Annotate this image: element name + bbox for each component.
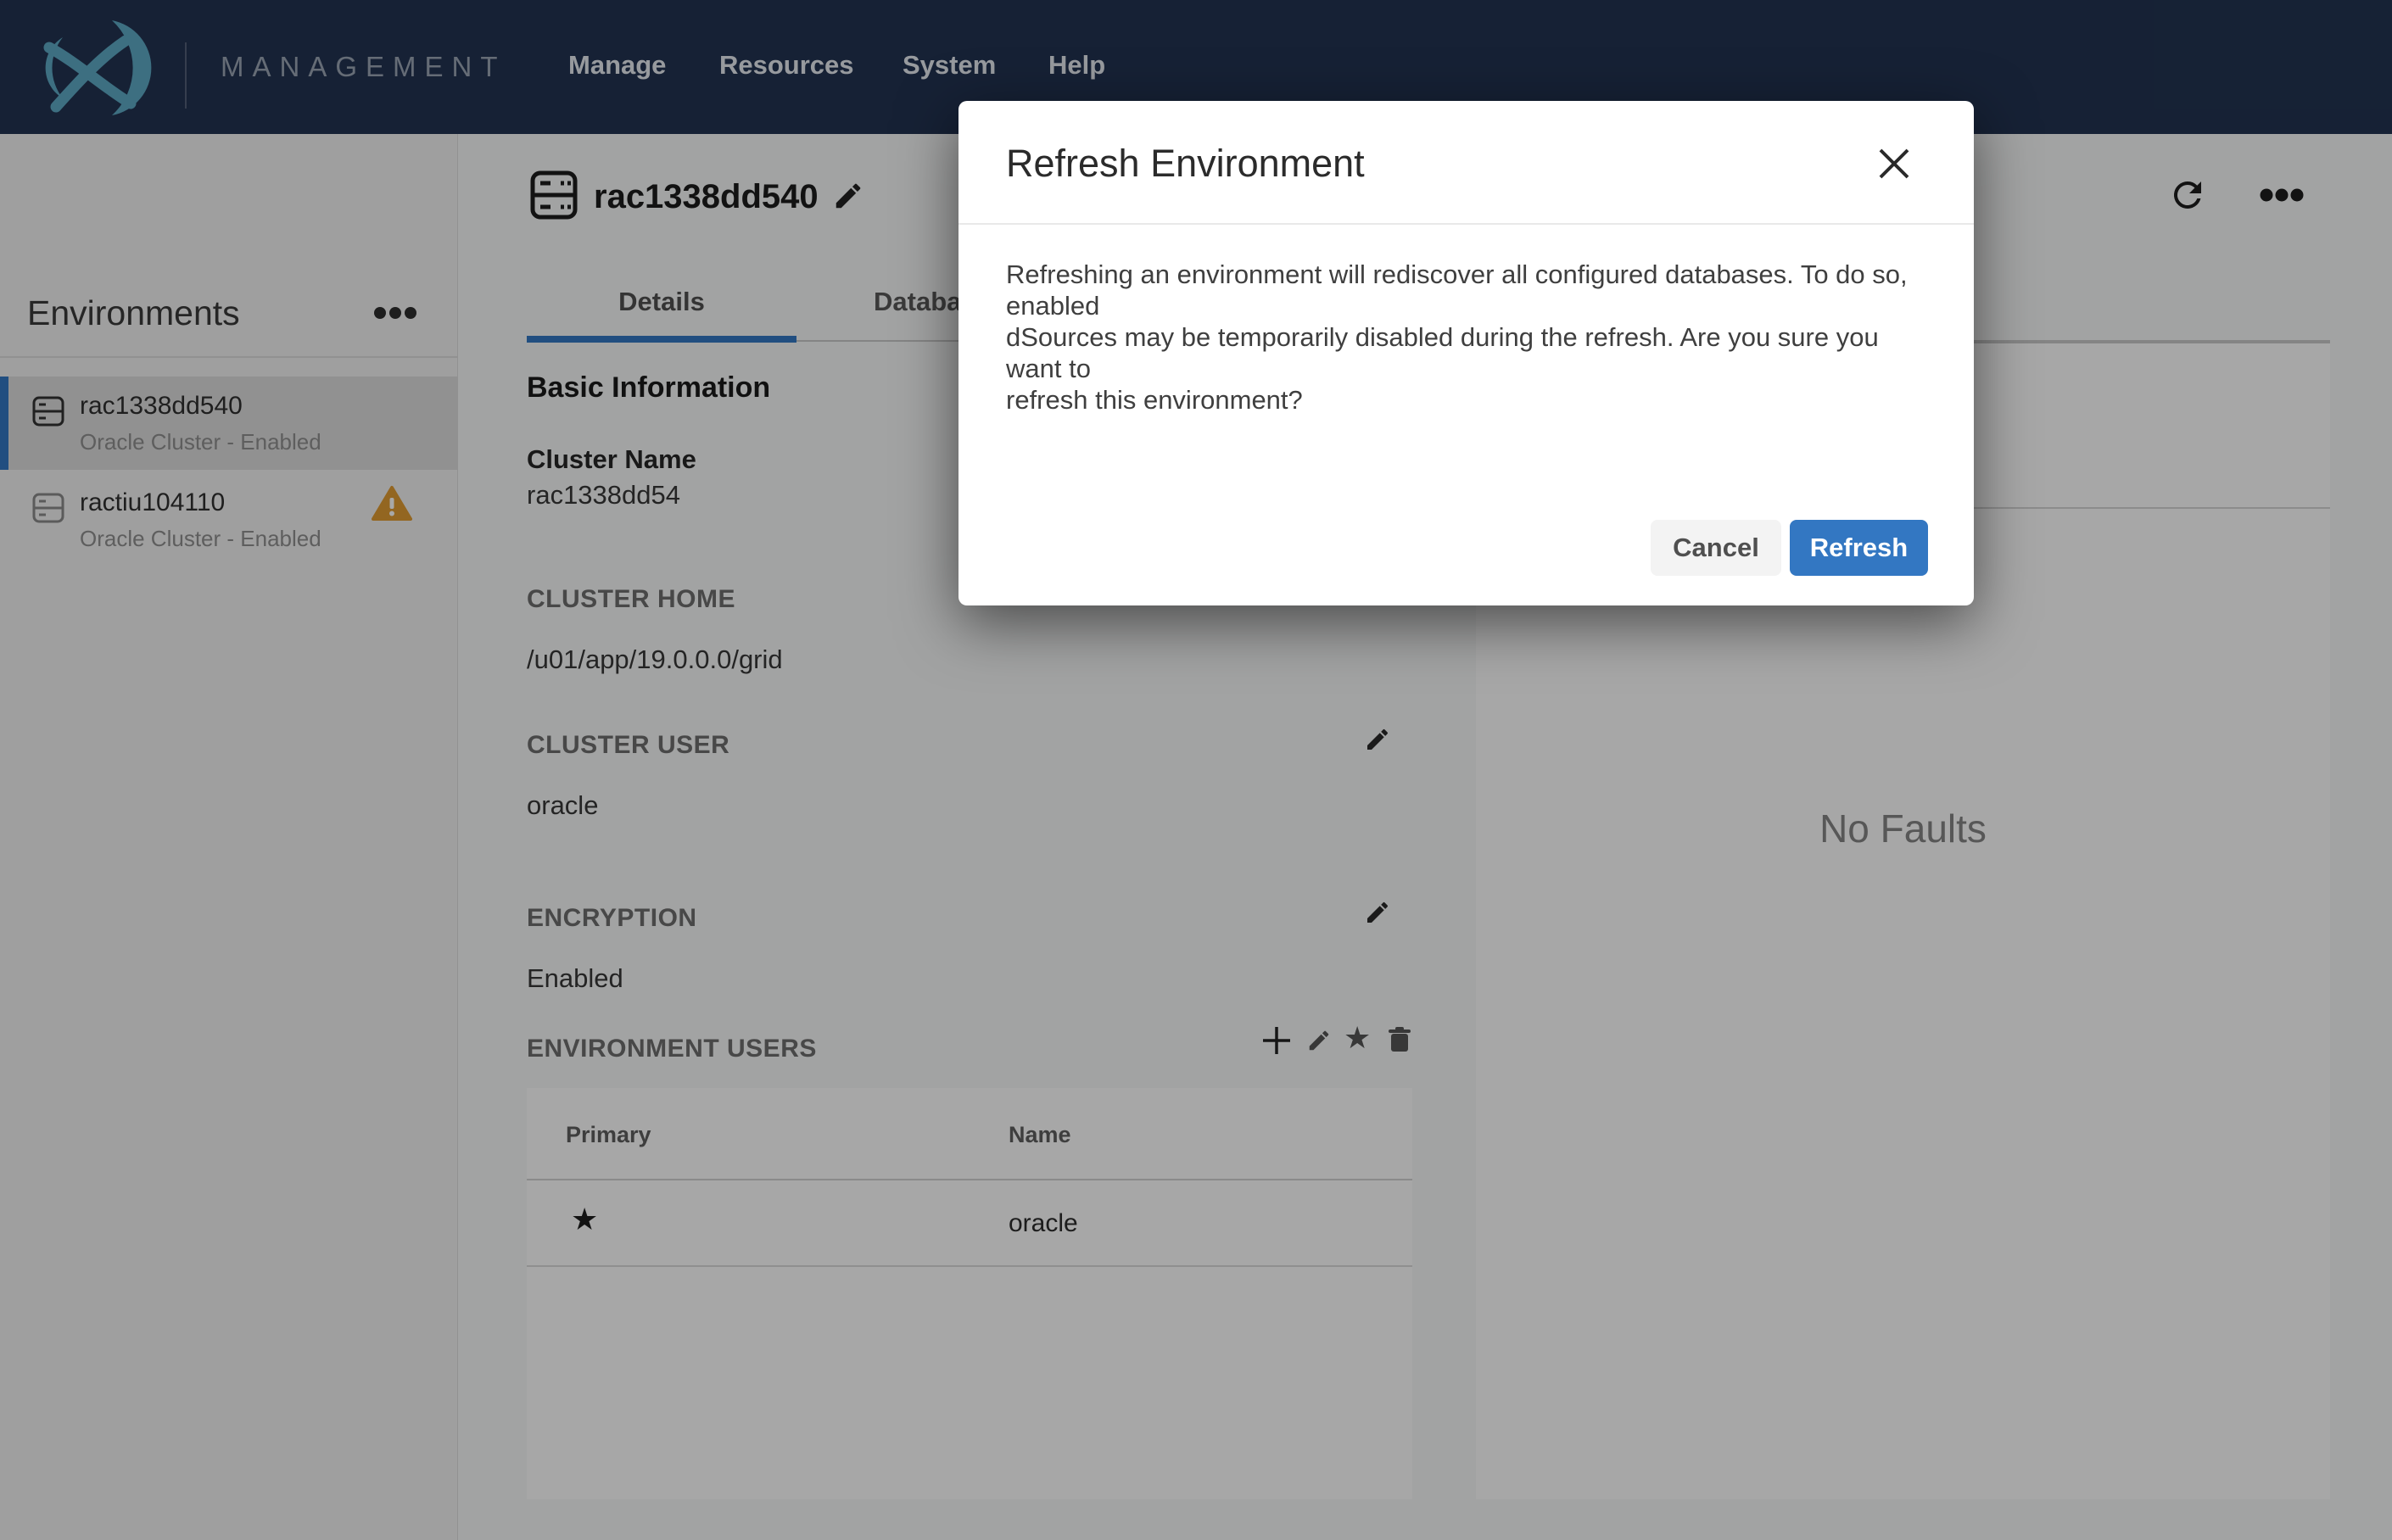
refresh-environment-dialog: Refresh Environment Refreshing an enviro…: [958, 101, 1974, 605]
dialog-message: Refreshing an environment will rediscove…: [1006, 259, 1939, 416]
dialog-header: Refresh Environment: [958, 101, 1974, 225]
dialog-title: Refresh Environment: [1006, 142, 1365, 185]
close-icon[interactable]: [1875, 145, 1913, 182]
cancel-button[interactable]: Cancel: [1651, 520, 1781, 576]
dialog-message-line: Refreshing an environment will rediscove…: [1006, 259, 1908, 321]
dialog-message-line: dSources may be temporarily disabled dur…: [1006, 322, 1879, 383]
refresh-button[interactable]: Refresh: [1790, 520, 1928, 576]
dialog-message-line: refresh this environment?: [1006, 385, 1303, 415]
